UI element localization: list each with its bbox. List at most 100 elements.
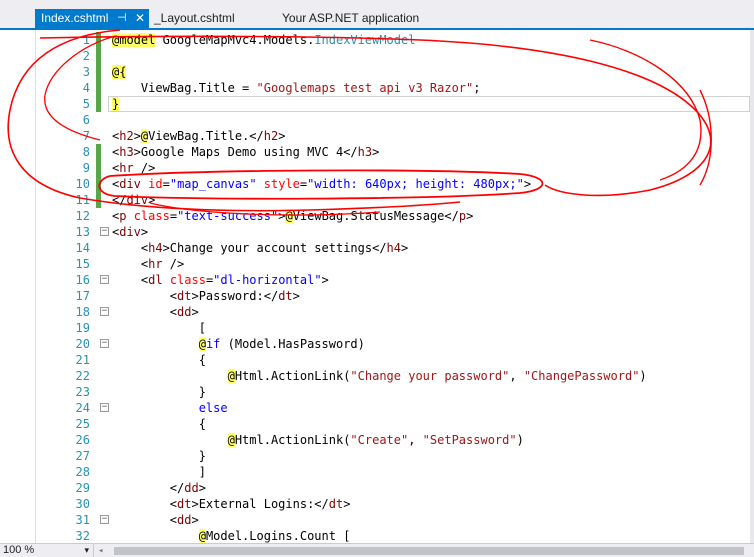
code-text[interactable]: ] xyxy=(112,464,206,480)
code-line[interactable]: 21 { xyxy=(0,352,754,368)
code-line[interactable]: 6 xyxy=(0,112,754,128)
code-text[interactable]: <dd> xyxy=(112,512,199,528)
code-token: , xyxy=(408,433,423,447)
tab-index-cshtml[interactable]: Index.cshtml ⊣ ✕ xyxy=(35,9,149,28)
code-text[interactable]: } xyxy=(112,384,206,400)
pin-icon[interactable]: ⊣ xyxy=(117,9,127,28)
code-token: h3 xyxy=(357,145,373,159)
code-line[interactable]: 17 <dt>Password:</dt> xyxy=(0,288,754,304)
code-line[interactable]: 5} xyxy=(0,96,754,112)
code-token: > xyxy=(372,145,380,159)
vertical-scrollbar[interactable] xyxy=(750,30,754,543)
code-token: < xyxy=(112,273,149,287)
code-text[interactable]: @if (Model.HasPassword) xyxy=(112,336,365,352)
code-line[interactable]: 16 − <dl class="dl-horizontal"> xyxy=(0,272,754,288)
code-token: </ xyxy=(112,193,127,207)
code-token: { xyxy=(112,417,206,431)
code-token: @model xyxy=(112,33,156,47)
scroll-left-icon[interactable]: ◂ xyxy=(98,546,103,556)
code-line[interactable]: 22 @Html.ActionLink("Change your passwor… xyxy=(0,368,754,384)
code-token: @ xyxy=(227,369,235,383)
horizontal-scrollbar-thumb[interactable] xyxy=(114,547,744,555)
line-number: 5 xyxy=(82,97,90,111)
code-line[interactable]: 18 − <dd> xyxy=(0,304,754,320)
collapse-icon[interactable]: − xyxy=(100,339,109,348)
code-text[interactable]: <dd> xyxy=(112,304,199,320)
zoom-dropdown[interactable]: 100 % ▾ xyxy=(0,544,94,557)
line-number: 6 xyxy=(82,113,90,127)
line-number: 15 xyxy=(75,257,90,271)
line-number: 14 xyxy=(75,241,90,255)
code-line[interactable]: 12 <p class="text-success">@ViewBag.Statu… xyxy=(0,208,754,224)
code-editor[interactable]: 1 @model GoogleMapMvc4.Models.IndexViewMo… xyxy=(0,30,754,543)
code-line[interactable]: 20 − @if (Model.HasPassword) xyxy=(0,336,754,352)
code-line[interactable]: 11 </div> xyxy=(0,192,754,208)
code-line[interactable]: 2 xyxy=(0,48,754,64)
code-text[interactable]: { xyxy=(112,352,206,368)
code-text[interactable]: @{ xyxy=(112,64,127,80)
code-line[interactable]: 3 @{ xyxy=(0,64,754,80)
code-line[interactable]: 4 ViewBag.Title = "Googlemaps test api v… xyxy=(0,80,754,96)
tab-asp-net-application[interactable]: Your ASP.NET application xyxy=(282,9,419,28)
code-text[interactable]: </div> xyxy=(112,192,155,208)
code-line[interactable]: 26 @Html.ActionLink("Create", "SetPasswo… xyxy=(0,432,754,448)
code-line[interactable]: 29 </dd> xyxy=(0,480,754,496)
code-text[interactable]: <h2>@ViewBag.Title.</h2> xyxy=(112,128,285,144)
code-text[interactable]: { xyxy=(112,416,206,432)
code-text[interactable]: } xyxy=(112,448,206,464)
collapse-icon[interactable]: − xyxy=(100,403,109,412)
code-line[interactable]: 15 <hr /> xyxy=(0,256,754,272)
code-text[interactable]: ViewBag.Title = "Googlemaps test api v3 … xyxy=(112,80,481,96)
code-text[interactable]: @Model.Logins.Count [ xyxy=(112,528,350,544)
code-line[interactable]: 23 } xyxy=(0,384,754,400)
code-text[interactable]: <hr /> xyxy=(112,160,155,176)
line-number: 24 xyxy=(75,401,90,415)
code-line[interactable]: 1 @model GoogleMapMvc4.Models.IndexViewMo… xyxy=(0,32,754,48)
code-text[interactable]: @model GoogleMapMvc4.Models.IndexViewMod… xyxy=(112,32,415,48)
code-text[interactable]: @Html.ActionLink("Create", "SetPassword"… xyxy=(112,432,524,448)
editor-status-bar: 100 % ▾ ◂ xyxy=(0,543,754,557)
code-text[interactable]: <dt>External Logins:</dt> xyxy=(112,496,351,512)
code-text[interactable]: else xyxy=(112,400,228,416)
code-token: h4 xyxy=(148,241,163,255)
collapse-icon[interactable]: − xyxy=(100,227,109,236)
code-line[interactable]: 25 { xyxy=(0,416,754,432)
code-text[interactable]: </dd> xyxy=(112,480,206,496)
code-line[interactable]: 7 <h2>@ViewBag.Title.</h2> xyxy=(0,128,754,144)
code-text[interactable]: @Html.ActionLink("Change your password",… xyxy=(112,368,647,384)
code-token: ViewBag.Title.</ xyxy=(148,129,264,143)
code-text[interactable]: <dl class="dl-horizontal"> xyxy=(112,272,329,288)
code-line[interactable]: 27 } xyxy=(0,448,754,464)
collapse-icon[interactable]: − xyxy=(100,307,109,316)
code-token: IndexViewModel xyxy=(314,33,416,47)
collapse-icon[interactable]: − xyxy=(100,515,109,524)
code-text[interactable]: [ xyxy=(112,320,206,336)
code-text[interactable]: } xyxy=(112,96,120,112)
code-line[interactable]: 14 <h4>Change your account settings</h4> xyxy=(0,240,754,256)
code-token: "text-success" xyxy=(177,209,279,223)
code-text[interactable]: <hr /> xyxy=(112,256,184,272)
code-token: "width: 640px; height: 480px;" xyxy=(307,177,524,191)
code-line[interactable]: 24 − else xyxy=(0,400,754,416)
code-line[interactable]: 9 <hr /> xyxy=(0,160,754,176)
code-text[interactable]: <p class="text-success">@ViewBag.StatusM… xyxy=(112,208,473,224)
close-icon[interactable]: ✕ xyxy=(135,9,145,28)
code-line[interactable]: 8 <h3>Google Maps Demo using MVC 4</h3> xyxy=(0,144,754,160)
code-line[interactable]: 10 <div id="map_canvas" style="width: 640… xyxy=(0,176,754,192)
tab-layout-cshtml[interactable]: _Layout.cshtml xyxy=(154,9,235,28)
collapse-icon[interactable]: − xyxy=(100,275,109,284)
code-line[interactable]: 31 − <dd> xyxy=(0,512,754,528)
code-text[interactable]: <dt>Password:</dt> xyxy=(112,288,300,304)
code-text[interactable]: <h4>Change your account settings</h4> xyxy=(112,240,408,256)
code-line[interactable]: 30 <dt>External Logins:</dt> xyxy=(0,496,754,512)
code-line[interactable]: 13 − <div> xyxy=(0,224,754,240)
code-text[interactable]: <div> xyxy=(112,224,148,240)
code-line[interactable]: 19 [ xyxy=(0,320,754,336)
code-text[interactable]: <div id="map_canvas" style="width: 640px… xyxy=(112,176,531,192)
code-line[interactable]: 28 ] xyxy=(0,464,754,480)
code-line[interactable]: 32 @Model.Logins.Count [ xyxy=(0,528,754,544)
code-token: dt xyxy=(177,497,192,511)
code-token: ViewBag.Title = xyxy=(112,81,257,95)
code-text[interactable]: <h3>Google Maps Demo using MVC 4</h3> xyxy=(112,144,379,160)
